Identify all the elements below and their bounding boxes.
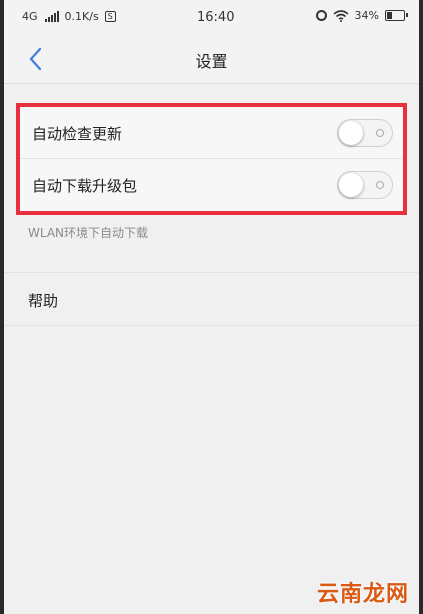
auto-download-row[interactable]: 自动下载升级包 xyxy=(20,159,403,211)
auto-download-label: 自动下载升级包 xyxy=(32,177,138,195)
nav-bar: 设置 xyxy=(4,34,419,84)
auto-check-update-row[interactable]: 自动检查更新 xyxy=(20,107,403,159)
toggle-knob xyxy=(339,121,363,145)
battery-percent: 34% xyxy=(354,9,379,22)
toggle-knob xyxy=(339,173,363,197)
status-left: 4G 0.1K/s S xyxy=(22,10,116,23)
auto-check-update-label: 自动检查更新 xyxy=(32,125,123,143)
status-right: 34% xyxy=(315,9,408,22)
wlan-hint-text: WLAN环境下自动下载 xyxy=(28,226,149,240)
auto-check-update-toggle[interactable] xyxy=(337,119,393,147)
toggle-off-indicator xyxy=(376,129,384,137)
signal-icon xyxy=(44,11,59,22)
phone-screen: 4G 0.1K/s S 16:40 34% 设置 自动检查更新 自动下载升级包 … xyxy=(4,0,419,614)
network-speed: 0.1K/s xyxy=(64,10,99,23)
page-title: 设置 xyxy=(195,52,228,71)
help-row[interactable]: 帮助 xyxy=(4,272,419,326)
watermark: 云南龙网 xyxy=(316,582,409,607)
status-bar: 4G 0.1K/s S 16:40 34% xyxy=(4,0,419,34)
battery-icon xyxy=(385,10,408,21)
clock: 16:40 xyxy=(197,10,235,25)
toggle-off-indicator xyxy=(376,181,384,189)
sim-icon: S xyxy=(104,11,116,22)
help-label: 帮助 xyxy=(28,292,59,310)
alarm-icon xyxy=(315,10,327,21)
wifi-icon xyxy=(333,9,349,22)
update-settings-group: 自动检查更新 自动下载升级包 xyxy=(16,103,407,215)
auto-download-toggle[interactable] xyxy=(337,171,393,199)
network-type: 4G xyxy=(22,10,38,23)
